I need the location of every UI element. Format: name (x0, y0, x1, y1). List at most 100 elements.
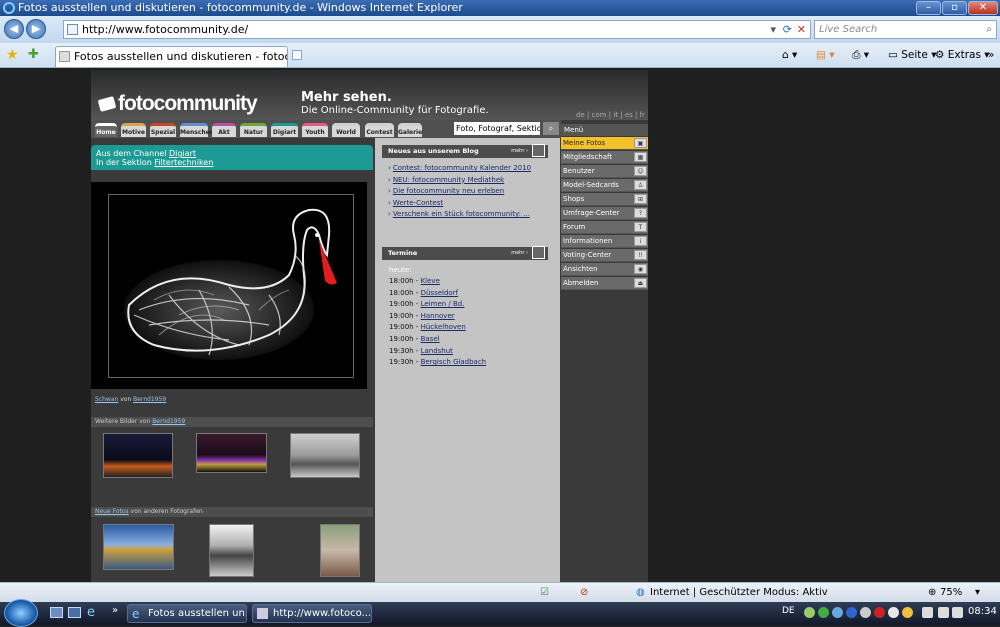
menu-item-abmelden[interactable]: Abmelden ⏏ (561, 277, 648, 290)
menu-item-meine-fotos[interactable]: Meine Fotos ▣ (561, 137, 648, 150)
quicklaunch-overflow-icon[interactable]: » (112, 605, 118, 616)
new-photos-link[interactable]: Neue Fotos (95, 508, 129, 515)
nav-tab-akt[interactable]: Akt (212, 123, 236, 137)
event-place-link[interactable]: Düsseldorf (421, 289, 458, 297)
blog-minimize-icon[interactable] (532, 144, 545, 157)
live-search-input[interactable]: Live Search ⌕ (814, 20, 997, 39)
show-desktop-icon[interactable] (50, 607, 63, 618)
quicklaunch-ie-icon[interactable]: e (87, 605, 95, 620)
tray-icon[interactable] (818, 607, 829, 618)
thumbnail[interactable] (103, 524, 174, 570)
antivirus-icon[interactable] (874, 607, 885, 618)
tray-icon[interactable] (860, 607, 871, 618)
tray-icon[interactable] (902, 607, 913, 618)
menu-item-mitgliedschaft[interactable]: Mitgliedschaft ▦ (561, 151, 648, 164)
tray-icon[interactable] (804, 607, 815, 618)
site-search-button[interactable]: ⌕ (543, 122, 559, 135)
menu-item-model-sedcards[interactable]: Model-Sedcards ♙ (561, 179, 648, 192)
print-icon[interactable]: ⎙ ▾ (852, 47, 869, 63)
nav-tab-world[interactable]: World (332, 123, 360, 137)
zoom-icon[interactable]: ⊕ (928, 583, 936, 603)
taskbar-item-2[interactable]: http://www.fotoco... (252, 604, 372, 623)
add-favorite-icon[interactable]: ✚ (28, 47, 39, 62)
menu-item-benutzer[interactable]: Benutzer ☺ (561, 165, 648, 178)
menu-item-voting-center[interactable]: Voting-Center!! (561, 249, 648, 262)
bluetooth-icon[interactable] (846, 607, 857, 618)
tray-icon[interactable] (888, 607, 899, 618)
zoom-dropdown-icon[interactable]: ▾ (975, 583, 980, 603)
blog-item-link[interactable]: Die fotocommunity neu erleben (388, 187, 504, 195)
overflow-icon[interactable]: » (988, 47, 994, 63)
nav-tab-natur[interactable]: Natur (240, 123, 267, 137)
event-place-link[interactable]: Landshut (421, 347, 453, 355)
featured-photo[interactable] (91, 182, 367, 389)
section-link[interactable]: Filtertechniken (154, 158, 213, 167)
menu-item-informationen[interactable]: Informationen i (561, 235, 648, 248)
menu-item-umfrage-center[interactable]: Umfrage-Center? (561, 207, 648, 220)
back-button[interactable]: ◀ (4, 19, 24, 39)
network-icon[interactable] (922, 607, 933, 618)
maximize-button[interactable]: ▫ (942, 1, 967, 15)
thumbnail[interactable] (320, 524, 360, 577)
blog-more-link[interactable]: mehr › (511, 145, 528, 158)
event-place-link[interactable]: Hannover (421, 312, 455, 320)
event-place-link[interactable]: Bergisch Gladbach (421, 358, 487, 366)
photo-title-link[interactable]: Schwan (95, 396, 118, 403)
thumbnail[interactable] (103, 433, 173, 478)
start-button[interactable] (4, 599, 38, 627)
blog-item-link[interactable]: Werte-Contest (388, 199, 443, 207)
thumbnail[interactable] (290, 433, 360, 478)
nav-tab-motive[interactable]: Motive (121, 123, 146, 137)
clock[interactable]: 08:34 (968, 606, 997, 617)
browser-tab[interactable]: Fotos ausstellen und diskutieren - fotoc… (55, 46, 288, 67)
input-language[interactable]: DE (782, 606, 795, 616)
more-from-author-link[interactable]: Bernd1959 (152, 418, 185, 425)
blog-item-link[interactable]: Verschenk ein Stück fotocommunity: ... (388, 210, 530, 218)
stop-icon[interactable]: ✕ (797, 21, 806, 38)
nav-tab-youth[interactable]: Youth (302, 123, 328, 137)
home-icon[interactable]: ⌂ ▾ (782, 47, 797, 63)
photo-author-link[interactable]: Bernd1959 (133, 396, 166, 403)
event-place-link[interactable]: Basel (421, 335, 440, 343)
dropdown-icon[interactable]: ▾ (770, 21, 776, 38)
site-logo[interactable]: fotocommunity (97, 92, 258, 116)
extras-menu[interactable]: ⚙ Extras ▾ (935, 47, 990, 63)
termine-minimize-icon[interactable] (532, 246, 545, 259)
blog-item-link[interactable]: Contest: fotocommunity Kalender 2010 (388, 164, 531, 172)
url-field[interactable]: http://www.fotocommunity.de/ ▾ ⟳ ✕ (63, 20, 811, 39)
thumbnail[interactable] (209, 524, 254, 577)
favorites-star-icon[interactable]: ★ (6, 47, 19, 63)
power-icon[interactable] (952, 607, 963, 618)
termine-more-link[interactable]: mehr › (511, 247, 528, 260)
nav-tab-spezial[interactable]: Spezial (150, 123, 176, 137)
taskbar-item-1[interactable]: e Fotos ausstellen un... (127, 604, 247, 623)
thumbnail[interactable] (196, 433, 267, 473)
search-icon[interactable]: ⌕ (986, 21, 992, 38)
switch-windows-icon[interactable] (68, 607, 81, 618)
page-menu[interactable]: ▭ Seite ▾ (888, 47, 937, 63)
event-place-link[interactable]: Leimen / Bd. (421, 300, 465, 308)
zoom-level[interactable]: 75% (940, 583, 962, 603)
refresh-icon[interactable]: ⟳ (783, 21, 792, 38)
blog-item-link[interactable]: NEU: fotocommunity Mediathek (388, 176, 504, 184)
tray-icon[interactable] (832, 607, 843, 618)
event-place-link[interactable]: Kleve (421, 277, 440, 285)
nav-tab-menschen[interactable]: Menschen (180, 123, 214, 137)
menu-item-shops[interactable]: Shops ⊞ (561, 193, 648, 206)
site-search-input[interactable]: Foto, Fotograf, Sektion, ... (454, 122, 540, 135)
channel-link[interactable]: Digiart (169, 149, 196, 158)
menu-item-ansichten[interactable]: Ansichten ◉ (561, 263, 648, 276)
menu-item-forum[interactable]: Forum T (561, 221, 648, 234)
event-place-link[interactable]: Hückelhoven (421, 323, 466, 331)
nav-tab-contest[interactable]: Contest (365, 123, 394, 137)
language-links[interactable]: de | com | it | es | fr (576, 111, 645, 119)
volume-icon[interactable] (938, 607, 949, 618)
feeds-icon[interactable]: ▤ ▾ (816, 47, 835, 63)
new-tab-icon[interactable] (292, 50, 302, 60)
close-button[interactable]: ✕ (968, 1, 998, 15)
nav-tab-galerie[interactable]: Galerie (398, 123, 422, 137)
nav-tab-digiart[interactable]: Digiart (271, 123, 298, 137)
forward-button[interactable]: ▶ (26, 19, 46, 39)
nav-tab-home[interactable]: Home (95, 123, 117, 137)
minimize-button[interactable]: – (916, 1, 941, 15)
